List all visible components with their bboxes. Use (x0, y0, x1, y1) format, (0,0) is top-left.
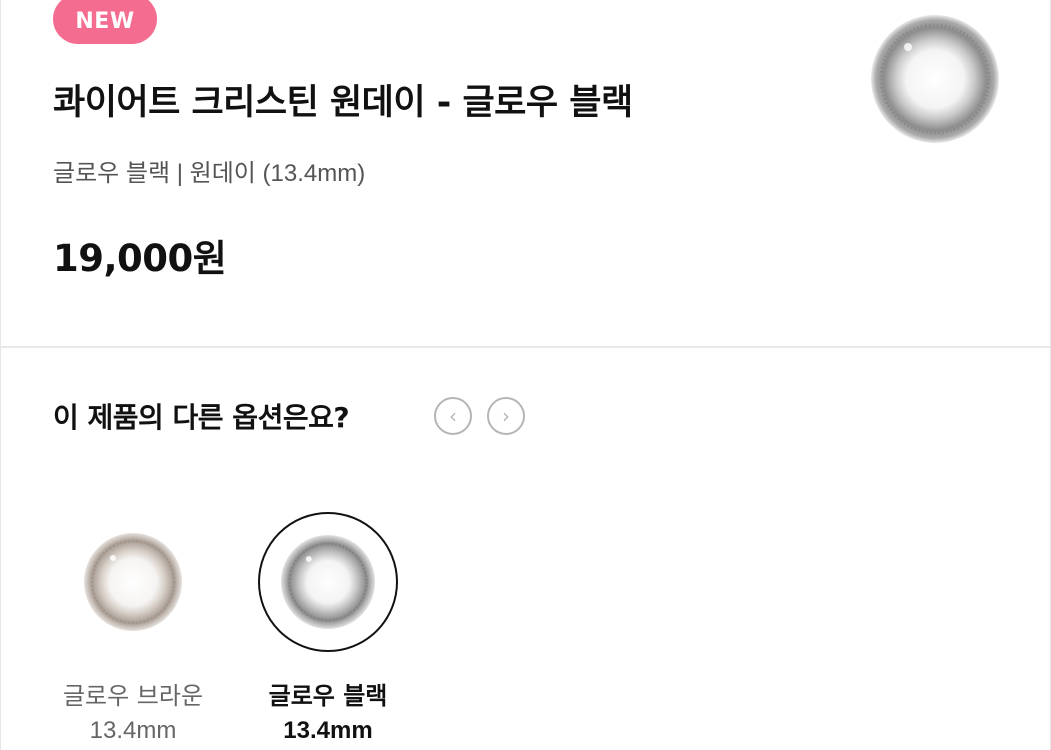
section-divider (1, 346, 1050, 348)
product-lens-image (871, 15, 999, 143)
product-subtitle: 글로우 블랙 | 원데이 (13.4mm) (53, 160, 366, 187)
prev-option-button[interactable]: ‹ (434, 397, 472, 435)
new-badge: NEW (53, 0, 157, 44)
product-detail-page: NEW 콰이어트 크리스틴 원데이 - 글로우 블랙 글로우 블랙 | 원데이 … (0, 0, 1051, 750)
lens-black-icon (280, 534, 376, 630)
next-option-button[interactable]: › (487, 397, 525, 435)
option-lens-image (63, 512, 203, 652)
product-price: 19,000원 (53, 237, 227, 280)
chevron-right-icon: › (502, 404, 510, 428)
other-options-heading: 이 제품의 다른 옵션은요? (53, 401, 350, 434)
option-size: 13.4mm (283, 717, 373, 744)
chevron-left-icon: ‹ (449, 404, 457, 428)
lens-brown-icon (84, 533, 182, 631)
option-item-glow-black[interactable]: 글로우 블랙 13.4mm (253, 512, 403, 745)
option-lens-image-selected (258, 512, 398, 652)
option-name: 글로우 블랙 (268, 682, 388, 710)
option-size: 13.4mm (89, 717, 177, 744)
option-name: 글로우 브라운 (62, 682, 204, 710)
option-item-glow-brown[interactable]: 글로우 브라운 13.4mm (58, 512, 208, 745)
product-title: 콰이어트 크리스틴 원데이 - 글로우 블랙 (53, 83, 633, 123)
